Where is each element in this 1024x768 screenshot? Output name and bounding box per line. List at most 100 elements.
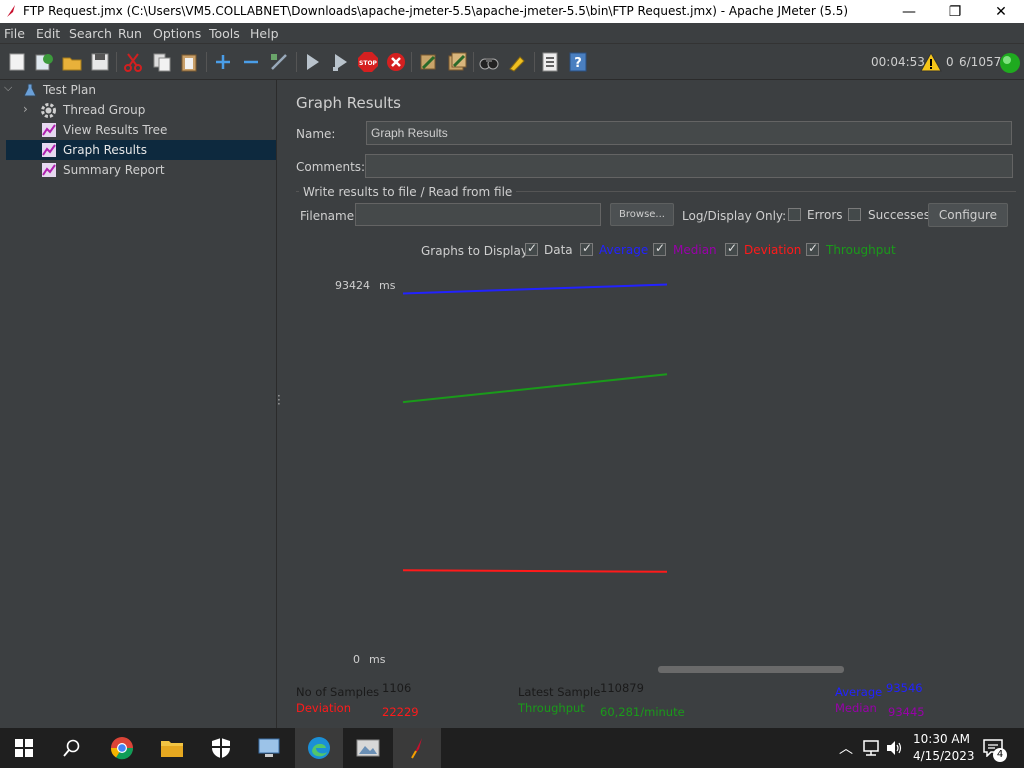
chrome-icon xyxy=(110,737,134,760)
clear-icon[interactable] xyxy=(417,51,439,73)
open-icon[interactable] xyxy=(61,51,83,73)
shutdown-icon[interactable] xyxy=(385,51,407,73)
data-checkbox[interactable] xyxy=(525,241,538,256)
network-icon[interactable] xyxy=(862,740,880,756)
y-max-tick-label: 93424 xyxy=(335,279,370,292)
tree-label: Summary Report xyxy=(63,163,165,177)
deviation-label: Deviation xyxy=(296,701,352,715)
average-checkbox[interactable] xyxy=(580,241,593,256)
notification-count-badge: 4 xyxy=(993,748,1007,762)
toolbar: STOP ? 00:04:53 0 6/1057 xyxy=(0,44,1024,80)
title-bar: FTP Request.jmx (C:\Users\VM5.COLLABNET\… xyxy=(0,0,1024,23)
menu-file[interactable]: File xyxy=(4,26,25,41)
name-label: Name: xyxy=(296,127,336,141)
tree-item-thread-group[interactable]: › Thread Group xyxy=(0,100,276,120)
expand-all-icon[interactable] xyxy=(212,51,234,73)
clock-date[interactable]: 4/15/2023 xyxy=(913,749,975,763)
function-helper-icon[interactable] xyxy=(539,51,561,73)
help-icon[interactable]: ? xyxy=(567,51,589,73)
taskbar-edge[interactable] xyxy=(295,728,343,768)
graph-scrollbar[interactable] xyxy=(658,666,844,673)
save-icon[interactable] xyxy=(89,51,111,73)
templates-icon[interactable] xyxy=(33,51,55,73)
deviation-checkbox[interactable] xyxy=(725,241,738,256)
minimize-button[interactable]: — xyxy=(886,0,932,23)
taskbar-file-explorer[interactable] xyxy=(148,728,196,768)
tree-item-summary-report[interactable]: Summary Report xyxy=(0,160,276,180)
tree-item-test-plan[interactable]: ⌵ Test Plan xyxy=(0,80,276,100)
menu-tools[interactable]: Tools xyxy=(209,26,240,41)
new-icon[interactable] xyxy=(6,51,28,73)
tree-label: Test Plan xyxy=(43,83,96,97)
throughput-series-line xyxy=(402,373,668,404)
configure-button[interactable]: Configure xyxy=(928,203,1008,227)
menu-help[interactable]: Help xyxy=(250,26,279,41)
menu-edit[interactable]: Edit xyxy=(36,26,60,41)
window-title: FTP Request.jmx (C:\Users\VM5.COLLABNET\… xyxy=(23,4,849,18)
start-button[interactable] xyxy=(0,728,48,768)
name-field[interactable] xyxy=(366,121,1012,145)
menu-run[interactable]: Run xyxy=(118,26,142,41)
deviation-legend-label: Deviation xyxy=(744,243,802,257)
menu-bar: File Edit Search Run Options Tools Help xyxy=(0,23,1024,44)
chevron-down-icon[interactable]: ⌵ xyxy=(4,81,12,95)
copy-icon[interactable] xyxy=(151,51,173,73)
chevron-right-icon[interactable]: › xyxy=(23,102,28,116)
median-value: 93445 xyxy=(888,705,925,719)
average-label: Average xyxy=(835,685,883,699)
errors-checkbox[interactable] xyxy=(788,208,801,221)
cut-icon[interactable] xyxy=(122,51,144,73)
median-checkbox[interactable] xyxy=(653,241,666,256)
windows-logo-icon xyxy=(15,739,33,757)
maximize-button[interactable]: ❐ xyxy=(932,0,978,23)
toggle-icon[interactable] xyxy=(268,51,290,73)
taskbar-app[interactable] xyxy=(344,728,392,768)
clock-time[interactable]: 10:30 AM xyxy=(913,732,970,746)
collapse-all-icon[interactable] xyxy=(240,51,262,73)
page-title: Graph Results xyxy=(296,94,401,112)
paste-icon[interactable] xyxy=(178,51,200,73)
chevron-up-icon[interactable]: ︿ xyxy=(839,738,853,758)
image-viewer-icon xyxy=(356,739,380,757)
search-icon xyxy=(63,739,80,757)
gear-icon xyxy=(41,103,56,118)
splitter-handle[interactable]: · · · xyxy=(277,80,285,728)
reset-search-icon[interactable] xyxy=(506,51,528,73)
tree-item-graph-results[interactable]: Graph Results xyxy=(6,140,276,160)
graph-canvas: 93424 ms 0 ms xyxy=(335,279,668,666)
taskbar: ︿ 10:30 AM 4/15/2023 4 xyxy=(0,728,1024,768)
toolbar-separator xyxy=(473,52,474,72)
clear-all-icon[interactable] xyxy=(446,51,468,73)
comments-field[interactable] xyxy=(365,154,1013,178)
tree-item-view-results-tree[interactable]: View Results Tree xyxy=(0,120,276,140)
menu-search[interactable]: Search xyxy=(69,26,112,41)
start-no-pauses-icon[interactable] xyxy=(329,51,351,73)
taskbar-chrome[interactable] xyxy=(98,728,146,768)
test-plan-tree: ⌵ Test Plan › Thread Group View Results … xyxy=(0,80,277,728)
search-icon[interactable] xyxy=(478,51,500,73)
taskbar-remote-desktop[interactable] xyxy=(245,728,293,768)
samples-label: No of Samples xyxy=(296,685,380,699)
start-icon[interactable] xyxy=(301,51,323,73)
elapsed-time: 00:04:53 xyxy=(871,55,925,69)
deviation-value: 22229 xyxy=(382,705,419,719)
warning-icon[interactable] xyxy=(920,52,942,72)
drag-grip-icon[interactable]: · · · xyxy=(277,390,281,410)
filename-field[interactable] xyxy=(355,203,601,226)
browse-button[interactable]: Browse... xyxy=(610,203,674,226)
data-legend-label: Data xyxy=(544,243,573,257)
search-button[interactable] xyxy=(48,728,96,768)
graph-results-panel: Graph Results Name: Comments: Write resu… xyxy=(285,80,1024,728)
svg-text:STOP: STOP xyxy=(359,60,378,67)
folder-icon xyxy=(161,741,183,757)
successes-checkbox[interactable] xyxy=(848,208,861,221)
volume-icon[interactable] xyxy=(885,740,903,756)
chart-icon xyxy=(42,163,56,177)
throughput-checkbox[interactable] xyxy=(806,241,819,256)
close-button[interactable]: ✕ xyxy=(978,0,1024,23)
file-section-title: Write results to file / Read from file xyxy=(299,185,517,199)
stop-icon[interactable]: STOP xyxy=(357,51,379,73)
taskbar-security[interactable] xyxy=(197,728,245,768)
menu-options[interactable]: Options xyxy=(153,26,201,41)
taskbar-jmeter[interactable] xyxy=(393,728,441,768)
